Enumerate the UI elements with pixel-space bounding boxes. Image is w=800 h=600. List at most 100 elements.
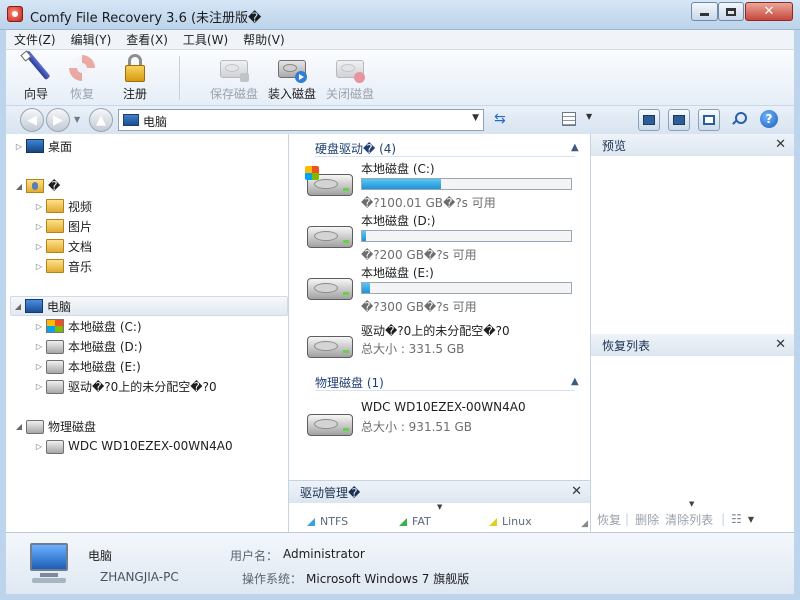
recover-list-button[interactable]: 恢复: [597, 511, 621, 528]
legend-fat: FAT: [399, 515, 431, 528]
app-icon: [7, 6, 23, 22]
up-button[interactable]: ▲: [89, 108, 113, 132]
close-button[interactable]: ✕: [745, 2, 793, 21]
tree-item-videos[interactable]: ▷ 视频: [32, 196, 92, 216]
tree-item-computer[interactable]: ◢ 电脑: [10, 296, 288, 316]
collapse-icon[interactable]: ◢: [11, 302, 25, 311]
menu-view[interactable]: 查看(X): [118, 31, 175, 48]
tree-item-unallocated[interactable]: ▷ 驱动�?0上的未分配空�?0: [32, 376, 217, 396]
drive-total-size: 总大小 : 331.5 GB: [361, 342, 465, 356]
load-disk-button[interactable]: 装入磁盘: [264, 52, 320, 104]
drive-usage-fill: [362, 283, 371, 293]
disk-close-icon: [334, 52, 366, 84]
drive-item-unallocated[interactable]: 驱动�?0上的未分配空�?0 总大小 : 331.5 GB: [305, 320, 585, 368]
drive-item-d[interactable]: 本地磁盘 (D:) �?200 GB�?s 可用: [305, 210, 585, 262]
image-view-button[interactable]: [668, 109, 690, 131]
chevron-down-icon[interactable]: ▼: [472, 113, 479, 123]
tree-item-drive-e[interactable]: ▷ 本地磁盘 (E:): [32, 356, 141, 376]
drive-item-e[interactable]: 本地磁盘 (E:) �?300 GB�?s 可用: [305, 262, 585, 314]
close-disk-label: 关闭磁盘: [325, 87, 374, 101]
drive-name: 驱动�?0上的未分配空�?0: [361, 324, 510, 338]
tree-item-pictures[interactable]: ▷ 图片: [32, 216, 92, 236]
toolbar: 向导 恢复 注册 保存磁盘 装入磁盘 关闭磁盘: [6, 50, 794, 106]
clear-list-button[interactable]: 清除列表: [665, 511, 713, 528]
menu-file[interactable]: 文件(Z): [6, 31, 63, 48]
expand-icon[interactable]: ▷: [32, 222, 46, 231]
hard-drive-icon: [305, 270, 355, 302]
minimize-button[interactable]: [691, 2, 718, 21]
hdd-group-header[interactable]: 硬盘驱动� (4): [315, 140, 396, 157]
options-dropdown-icon[interactable]: ▼: [748, 515, 754, 524]
tree-item-physical[interactable]: ◢ 物理磁盘: [12, 416, 96, 436]
scroll-right-icon[interactable]: ◢: [581, 519, 588, 529]
lock-icon: [119, 52, 151, 84]
address-bar[interactable]: 电脑 ▼: [118, 109, 484, 131]
view-mode-icon[interactable]: [562, 112, 576, 126]
save-view-button[interactable]: [698, 109, 720, 131]
expand-icon[interactable]: ▷: [32, 202, 46, 211]
splitter-handle-icon[interactable]: ▼: [437, 503, 442, 511]
chevron-up-icon[interactable]: ▲: [571, 142, 579, 153]
load-disk-label: 装入磁盘: [267, 87, 316, 101]
close-disk-button[interactable]: 关闭磁盘: [322, 52, 378, 104]
wand-icon: [20, 50, 52, 84]
expand-icon[interactable]: ▷: [32, 262, 46, 271]
drive-icon: [643, 115, 655, 125]
expand-icon[interactable]: ▷: [32, 342, 46, 351]
recover-button[interactable]: 恢复: [54, 52, 110, 104]
menu-help[interactable]: 帮助(V): [235, 31, 292, 48]
hard-drive-icon: [46, 380, 64, 394]
expand-icon[interactable]: ▷: [32, 242, 46, 251]
close-icon[interactable]: ✕: [571, 484, 582, 499]
tree-item-music[interactable]: ▷ 音乐: [32, 256, 92, 276]
drive-item-c[interactable]: 本地磁盘 (C:) �?100.01 GB�?s 可用: [305, 158, 585, 210]
collapse-icon[interactable]: ◢: [12, 422, 26, 431]
hard-drive-icon: [46, 360, 64, 374]
view-dropdown-icon[interactable]: ▼: [586, 112, 592, 121]
menu-edit[interactable]: 编辑(Y): [63, 31, 119, 48]
user-label: 用户名：: [230, 549, 279, 563]
close-icon[interactable]: ✕: [775, 337, 786, 352]
toolbar-separator: |: [721, 512, 726, 526]
tree-item-desktop[interactable]: ▷ 桌面: [12, 136, 72, 156]
expand-icon[interactable]: ▷: [32, 382, 46, 391]
tree-item-drive-d[interactable]: ▷ 本地磁盘 (D:): [32, 336, 142, 356]
lifebuoy-icon: [66, 52, 98, 84]
history-dropdown-icon[interactable]: ▼: [74, 115, 80, 124]
refresh-icon[interactable]: ⇆: [494, 111, 506, 127]
drive-total-size: 总大小 : 931.51 GB: [361, 420, 473, 434]
expand-icon[interactable]: ▷: [32, 362, 46, 371]
collapse-icon[interactable]: ◢: [12, 182, 26, 191]
menu-tools[interactable]: 工具(W): [175, 31, 235, 48]
recovery-list-header: 恢复列表 ✕: [591, 334, 794, 356]
tree-item-drive-c[interactable]: ▷ 本地磁盘 (C:): [32, 316, 142, 336]
physical-group-header[interactable]: 物理磁盘 (1): [315, 374, 384, 391]
tree-item-wdc[interactable]: ▷ WDC WD10EZEX-00WN4A0: [32, 436, 233, 456]
navigation-bar: ◀ ▶ ▼ ▲ 电脑 ▼ ⇆ ▼ ?: [6, 106, 794, 134]
maximize-button[interactable]: [718, 2, 744, 21]
computer-icon: [123, 114, 139, 126]
help-icon[interactable]: ?: [760, 110, 778, 128]
splitter-handle-icon[interactable]: ▼: [689, 500, 694, 508]
drive-usage-bar: [361, 230, 572, 242]
back-button[interactable]: ◀: [20, 108, 44, 132]
drive-view-button[interactable]: [638, 109, 660, 131]
tree-item-user[interactable]: ◢ �: [12, 176, 60, 196]
save-disk-button[interactable]: 保存磁盘: [206, 52, 262, 104]
options-icon[interactable]: ☷: [731, 512, 742, 526]
expand-icon[interactable]: ▷: [32, 322, 46, 331]
expand-icon[interactable]: ▷: [12, 142, 26, 151]
drive-item-physical[interactable]: WDC WD10EZEX-00WN4A0 总大小 : 931.51 GB: [305, 398, 585, 446]
drive-usage-fill: [362, 179, 442, 189]
status-bar: 电脑 ZHANGJIA-PC 用户名： Administrator 操作系统： …: [6, 532, 794, 594]
hard-drive-icon: [305, 218, 355, 250]
forward-button[interactable]: ▶: [46, 108, 70, 132]
close-icon[interactable]: ✕: [775, 137, 786, 152]
os-label: 操作系统：: [242, 572, 303, 586]
expand-icon[interactable]: ▷: [32, 442, 46, 451]
tree-item-documents[interactable]: ▷ 文档: [32, 236, 92, 256]
register-button[interactable]: 注册: [107, 52, 163, 104]
chevron-up-icon[interactable]: ▲: [571, 376, 579, 387]
search-icon[interactable]: [730, 111, 747, 127]
delete-button[interactable]: 删除: [635, 511, 659, 528]
